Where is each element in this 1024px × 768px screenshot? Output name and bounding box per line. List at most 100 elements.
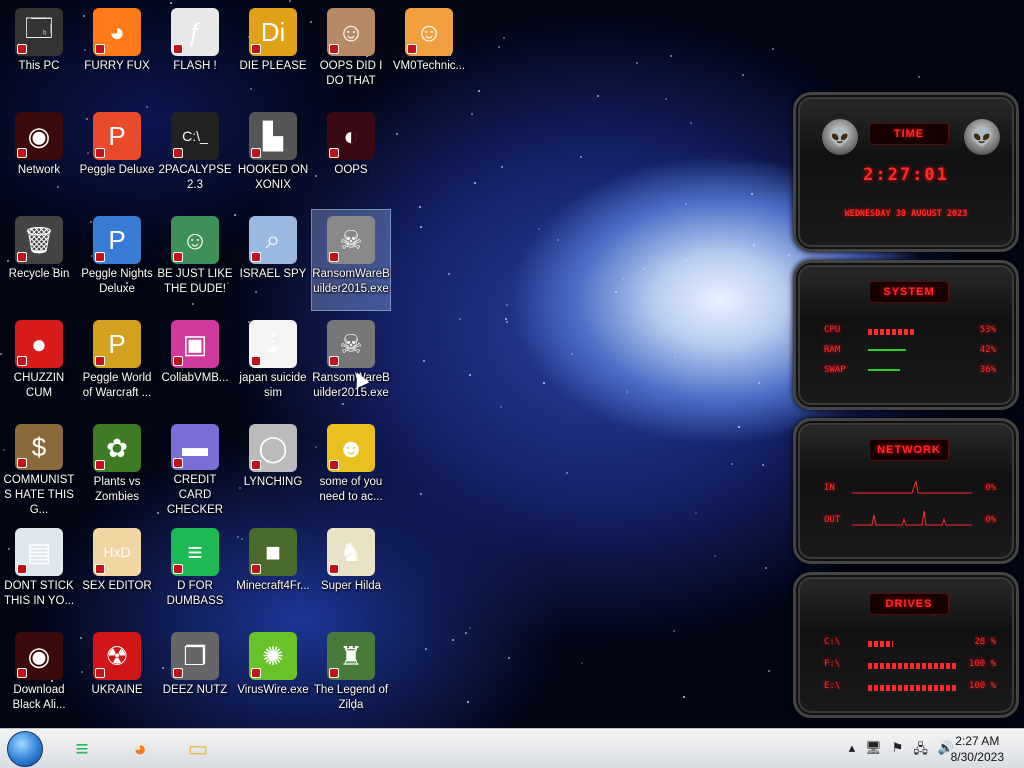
widget-clock: 2:27:01 [863, 165, 949, 185]
ram-value: 42% [979, 345, 996, 355]
desktop-shortcut[interactable]: ◕ FURRY FUX [78, 2, 156, 102]
radiation-icon: ☢ [93, 632, 141, 680]
shortcut-arrow-icon [329, 252, 339, 262]
desktop-shortcut-label: some of you need to ac... [319, 476, 383, 503]
system-title: SYSTEM [869, 281, 949, 303]
desktop-shortcut[interactable]: ◉ Network [0, 106, 78, 206]
desktop-shortcut[interactable]: ☺ OOPS DID I DO THAT [312, 2, 390, 102]
drive-f-value: 100 % [968, 659, 996, 669]
desktop-shortcut[interactable]: ☢ UKRAINE [78, 626, 156, 726]
desktop-shortcut-label: HOOKED ON XONIX [237, 164, 309, 191]
desktop-shortcut[interactable]: HxD SEX EDITOR [78, 522, 156, 622]
desktop-shortcut-label: CollabVMB... [161, 372, 229, 384]
firefox-icon: ◕ [93, 8, 141, 56]
swap-label: SWAP [824, 365, 846, 375]
desktop-shortcut[interactable]: ⌕ ISRAEL SPY [234, 210, 312, 310]
desktop-shortcut[interactable]: ✺ VirusWire.exe [234, 626, 312, 726]
network-out-graph [852, 510, 972, 526]
desktop-shortcut-label: Download Black Ali... [12, 684, 66, 711]
desktop-shortcut[interactable]: $ COMMUNISTS HATE THIS G... [0, 418, 78, 518]
desktop-shortcut-label: DONT STICK THIS IN YO... [3, 580, 75, 607]
chevron-up-icon[interactable]: ▴ [849, 740, 856, 762]
hilda-icon: ♞ [327, 528, 375, 576]
desktop-shortcut[interactable]: ☠ RansomWareBuilder2015.exe [311, 209, 391, 311]
skull-icon: ☠ [327, 320, 375, 368]
desktop-shortcut-label: CHUZZIN CUM [13, 372, 65, 399]
start-button[interactable] [7, 731, 43, 767]
monitor-icon[interactable]: 🖥 [865, 740, 882, 762]
shortcut-arrow-icon [17, 458, 27, 468]
desktop-shortcut-label: Recycle Bin [8, 268, 70, 280]
swap-bar [868, 369, 900, 371]
desktop-shortcut-label: DEEZ NUTZ [162, 684, 228, 696]
desktop-shortcut[interactable]: ▣ CollabVMB... [156, 314, 234, 414]
swap-row: SWAP 36% [824, 365, 996, 379]
time-panel: 👽 👽 TIME 2:27:01 WEDNESDAY 30 AUGUST 202… [793, 92, 1019, 252]
desktop-shortcut[interactable]: ◉ Download Black Ali... [0, 626, 78, 726]
desktop-shortcut[interactable]: ♜ The Legend of Zilda [312, 626, 390, 726]
desktop-shortcut-label: FLASH ! [173, 60, 217, 72]
desktop-shortcut[interactable]: ▙ HOOKED ON XONIX [234, 106, 312, 206]
desktop-shortcut[interactable]: ● CHUZZIN CUM [0, 314, 78, 414]
dude-icon: ☺ [171, 216, 219, 264]
desktop-shortcut[interactable]: ■ Minecraft4Fr... [234, 522, 312, 622]
drive-e-bar [868, 685, 958, 691]
peggle-icon: P [93, 112, 141, 160]
desktop-shortcut[interactable]: ☺ VM0Technic... [390, 2, 468, 102]
desktop-shortcut[interactable]: P Peggle World of Warcraft ... [78, 314, 156, 414]
drives-panel: DRIVES C:\ 28 % F:\ 100 % E:\ 100 % [793, 572, 1019, 718]
drive-c-row: C:\ 28 % [824, 637, 996, 651]
zilda-icon: ♜ [327, 632, 375, 680]
shortcut-arrow-icon [329, 668, 339, 678]
limewire-icon: ✺ [249, 632, 297, 680]
desktop-shortcut[interactable]: ▤ DONT STICK THIS IN YO... [0, 522, 78, 622]
oops-icon: ◐ [327, 112, 375, 160]
desktop-shortcut[interactable]: 🗑 Recycle Bin [0, 210, 78, 310]
desktop-shortcut[interactable]: ☠ RansomWareBuilder2015.exe [312, 314, 390, 414]
time-title: TIME [869, 123, 949, 145]
shortcut-arrow-icon [329, 44, 339, 54]
desktop-shortcut-label: CREDIT CARD CHECKER [166, 474, 224, 516]
desktop-shortcut[interactable]: C:\_ 2PACALYPSE 2.3 [156, 106, 234, 206]
network-icon: ◉ [15, 112, 63, 160]
star [918, 76, 920, 78]
desktop-shortcut[interactable]: Di DIE PLEASE [234, 2, 312, 102]
firefox-icon[interactable]: ◕ [122, 733, 158, 765]
desktop-shortcut[interactable]: ⇣ japan suicide sim [234, 314, 312, 414]
document-icon: ▤ [15, 528, 63, 576]
desktop-shortcut-label: OOPS DID I DO THAT [319, 60, 383, 87]
cpu-value: 53% [979, 325, 996, 335]
taskbar-clock[interactable]: 2:27 AM 8/30/2023 [951, 733, 1004, 765]
desktop-shortcut[interactable]: P Peggle Nights Deluxe [78, 210, 156, 310]
desktop-shortcut-label: japan suicide sim [239, 372, 307, 399]
desktop-shortcut[interactable]: ☻ some of you need to ac... [312, 418, 390, 518]
desktop-shortcut[interactable]: ƒ FLASH ! [156, 2, 234, 102]
shortcut-arrow-icon [173, 44, 183, 54]
desktop-shortcut-label: DIE PLEASE [239, 60, 307, 72]
desktop-shortcut-label: Plants vs Zombies [93, 476, 141, 503]
desktop-shortcut[interactable]: ≡ D FOR DUMBASS [156, 522, 234, 622]
network-out-row: OUT 0% [824, 510, 996, 529]
technician-icon: ☺ [405, 8, 453, 56]
file-explorer-icon[interactable]: ▭ [180, 733, 216, 765]
shortcut-arrow-icon [329, 460, 339, 470]
desktop-shortcut[interactable]: ◐ OOPS [312, 106, 390, 206]
desktop-shortcut[interactable]: P Peggle Deluxe [78, 106, 156, 206]
sim-icon: ⇣ [249, 320, 297, 368]
desktop-shortcut[interactable]: ♞ Super Hilda [312, 522, 390, 622]
desktop-shortcut[interactable]: ▬ CREDIT CARD CHECKER [156, 418, 234, 518]
drive-e-value: 100 % [968, 681, 996, 691]
ram-bar [868, 349, 906, 351]
desktop-shortcut-label: COMMUNISTS HATE THIS G... [3, 474, 75, 516]
desktop-shortcut[interactable]: ✿ Plants vs Zombies [78, 418, 156, 518]
desktop-shortcut[interactable]: 🗔 This PC [0, 2, 78, 102]
desktop-shortcut-label: OOPS [334, 164, 368, 176]
desktop-shortcut[interactable]: ☺ BE JUST LIKE THE DUDE! [156, 210, 234, 310]
shortcut-arrow-icon [251, 44, 261, 54]
desktop-shortcut[interactable]: ◯ LYNCHING [234, 418, 312, 518]
flag-icon[interactable]: ⚑ [892, 740, 904, 762]
network-tray-icon[interactable]: 🖧 [913, 740, 928, 762]
spotify-icon[interactable]: ≡ [64, 733, 100, 765]
desktop-shortcut[interactable]: ❐ DEEZ NUTZ [156, 626, 234, 726]
drive-c-label: C:\ [824, 637, 841, 647]
